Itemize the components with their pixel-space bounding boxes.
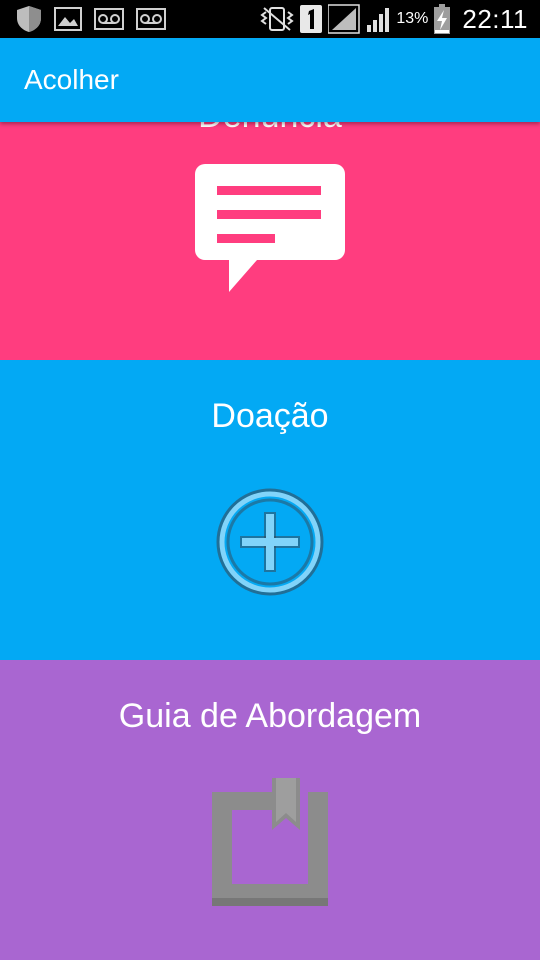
card-guia-de-abordagem[interactable]: Guia de Abordagem (0, 660, 540, 960)
card-guia-label: Guia de Abordagem (118, 697, 422, 735)
app-bar: Acolher (0, 38, 540, 122)
add-circle-icon (216, 488, 324, 596)
image-icon (54, 7, 82, 31)
signal-icon (367, 8, 390, 32)
card-doacao[interactable]: Doação (0, 360, 540, 660)
bookmark-book-icon (212, 778, 328, 906)
voicemail-icon (136, 8, 166, 30)
menu-list[interactable]: Denúncia Doação Guia de Abordagem (0, 0, 540, 960)
battery-percent: 13% (396, 10, 429, 27)
screen: Denúncia Doação Guia de Abordagem (0, 0, 540, 960)
signal-icon (328, 4, 361, 34)
clock: 22:11 (462, 3, 528, 34)
shield-icon (17, 6, 41, 32)
sim-1-icon (300, 5, 323, 33)
battery-charging-icon (434, 4, 451, 34)
vibrate-icon (260, 7, 294, 31)
card-doacao-label: Doação (211, 397, 329, 435)
app-title: Acolher (24, 64, 119, 95)
message-icon (195, 164, 345, 292)
voicemail-icon (94, 8, 124, 30)
status-bar: 13% 22:11 (0, 0, 540, 38)
